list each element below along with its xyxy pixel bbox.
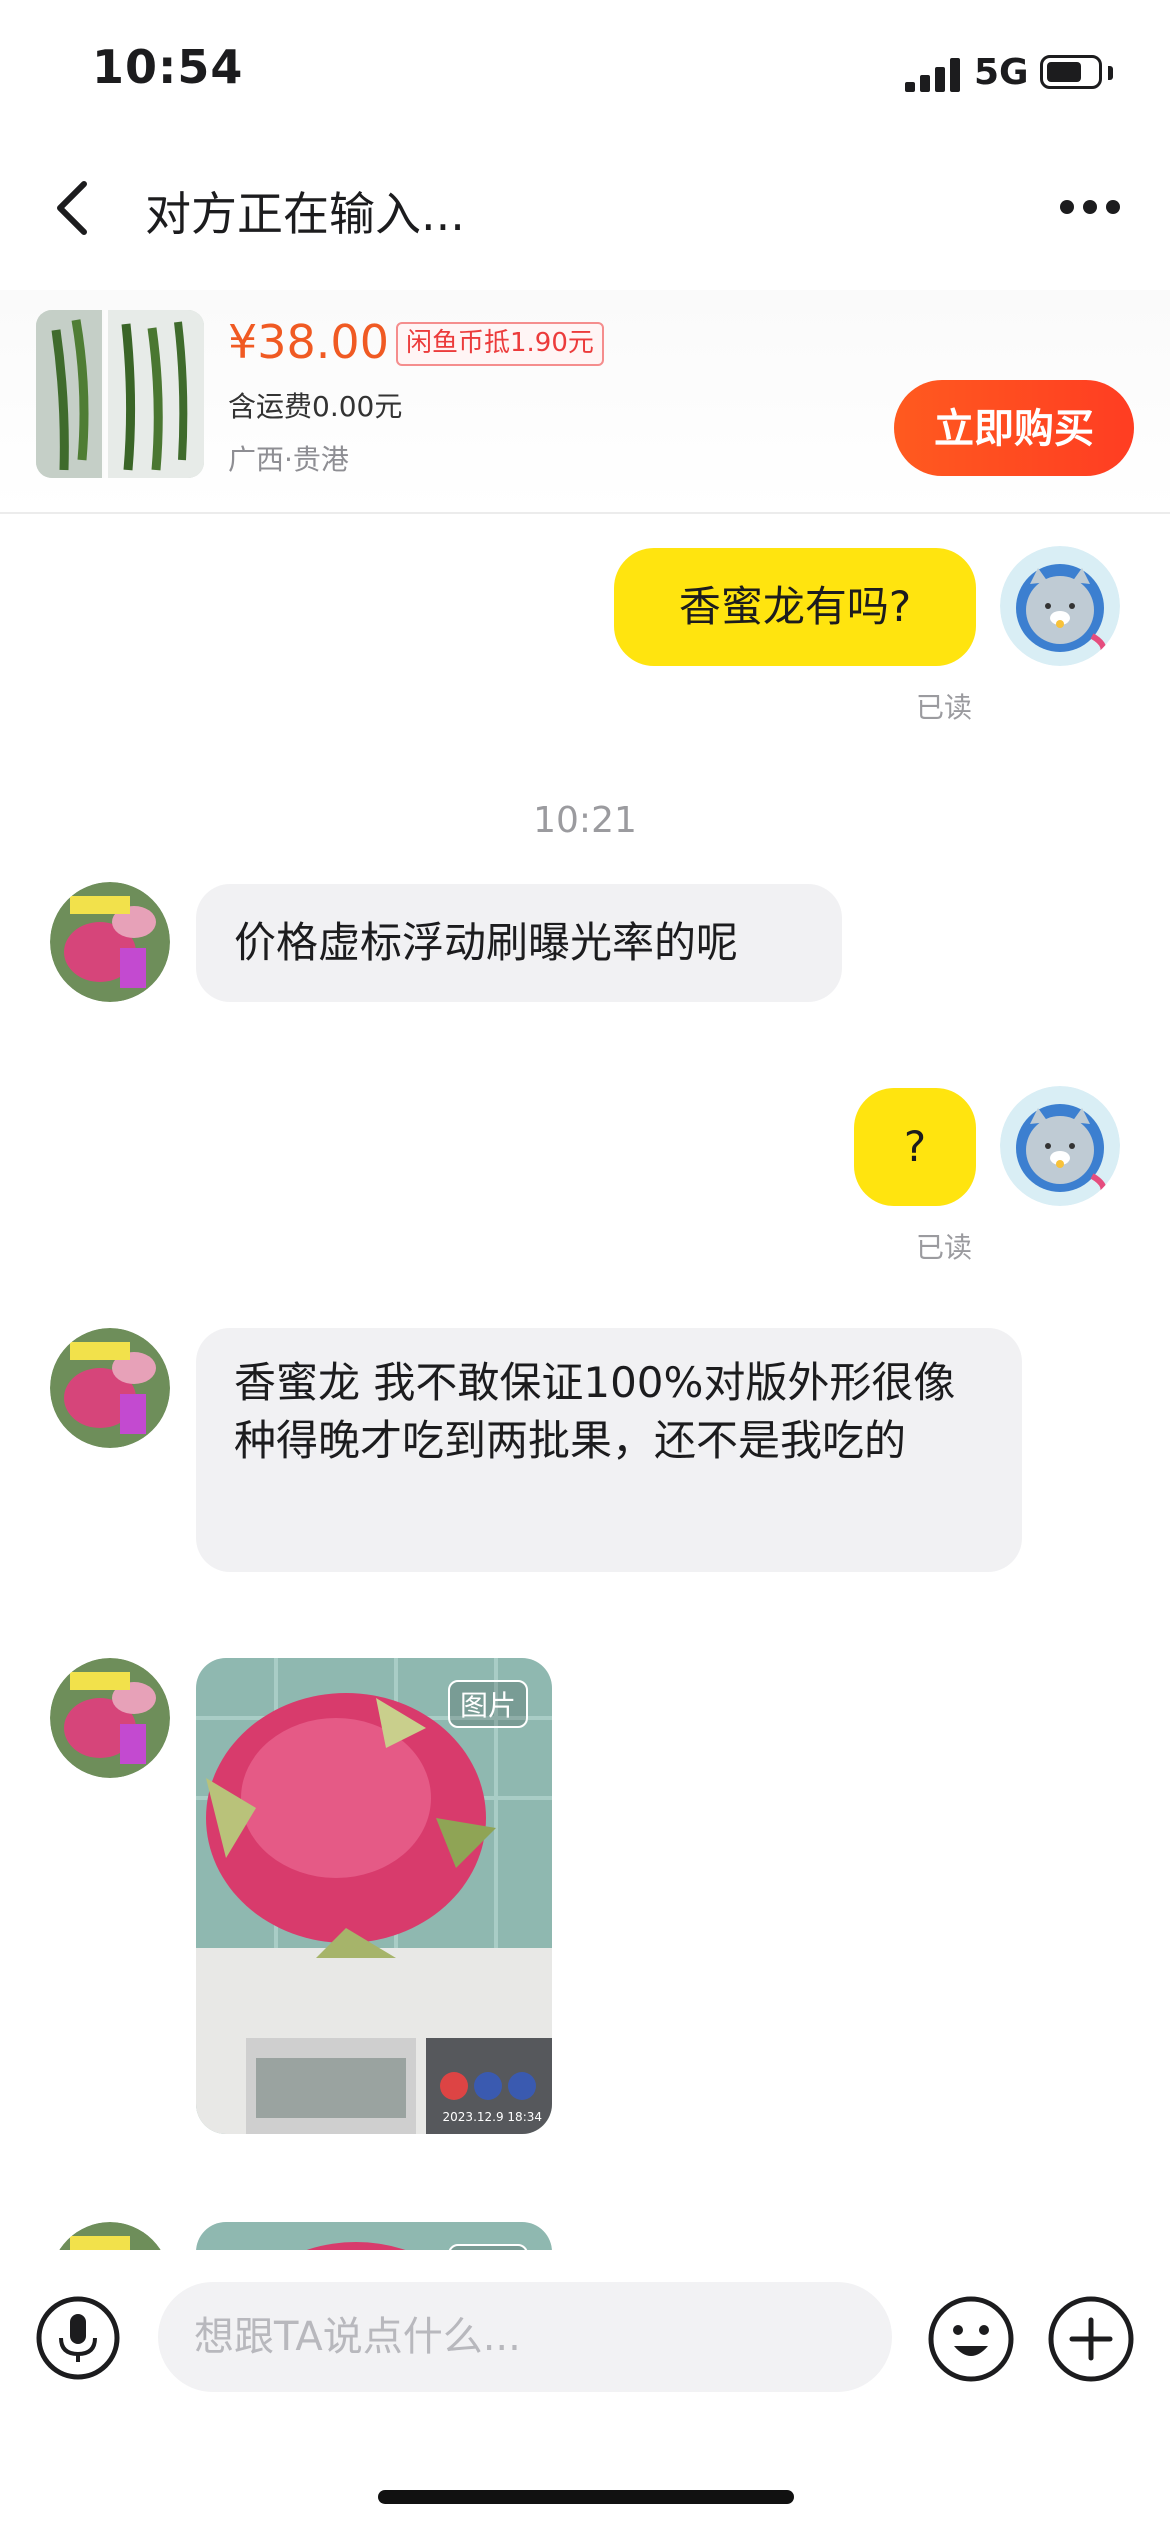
home-indicator[interactable]: [378, 2490, 794, 2504]
read-receipt: 已读: [916, 691, 973, 724]
message-text: 价格虚标浮动刷曝光率的呢: [234, 918, 739, 967]
message-bubble-other[interactable]: 香蜜龙 我不敢保证100%对版外形很像种得晚才吃到两批果，还不是我吃的: [196, 1328, 1022, 1572]
signal-icon: [905, 58, 960, 92]
seller-avatar[interactable]: [50, 1328, 170, 1448]
microphone-icon[interactable]: [36, 2296, 120, 2380]
seller-avatar[interactable]: [50, 882, 170, 1002]
plus-icon[interactable]: [1048, 2296, 1134, 2382]
status-time: 10:54: [92, 40, 244, 94]
network-type: 5G: [974, 52, 1029, 93]
message-bubble-other[interactable]: 价格虚标浮动刷曝光率的呢: [196, 884, 842, 1002]
emoji-icon[interactable]: [928, 2296, 1014, 2382]
message-bubble-self[interactable]: ?: [854, 1088, 976, 1206]
message-text: ?: [903, 1122, 927, 1171]
seller-avatar[interactable]: [50, 1658, 170, 1778]
message-image[interactable]: 图片 2023.12.9 18:34: [196, 1658, 552, 2134]
message-timestamp: 10:21: [533, 800, 637, 841]
read-receipt: 已读: [916, 1231, 973, 1264]
image-datestamp: 2023.12.9 18:34: [442, 2110, 542, 2124]
chevron-left-icon[interactable]: [50, 178, 94, 238]
page-title: 对方正在输入...: [145, 187, 465, 241]
shipping-fee: 含运费0.00元: [228, 390, 403, 423]
more-dots-icon[interactable]: [1058, 198, 1122, 216]
message-text: 香蜜龙 我不敢保证100%对版外形很像种得晚才吃到两批果，还不是我吃的: [234, 1358, 956, 1465]
buy-now-button[interactable]: 立即购买: [894, 380, 1134, 476]
product-price: ¥38.00: [228, 315, 389, 369]
self-avatar[interactable]: [1000, 1086, 1120, 1206]
coin-discount-badge: 闲鱼币抵1.90元: [396, 322, 604, 366]
image-tag: 图片: [447, 1680, 528, 1728]
self-avatar[interactable]: [1000, 546, 1120, 666]
battery-icon: [1040, 55, 1102, 89]
message-bubble-self[interactable]: 香蜜龙有吗?: [614, 548, 976, 666]
message-input[interactable]: [158, 2282, 892, 2392]
battery-fill: [1047, 62, 1081, 82]
product-thumbnail[interactable]: [36, 310, 204, 478]
message-text: 香蜜龙有吗?: [678, 582, 912, 631]
product-location: 广西·贵港: [228, 443, 349, 476]
battery-tip: [1108, 66, 1113, 80]
